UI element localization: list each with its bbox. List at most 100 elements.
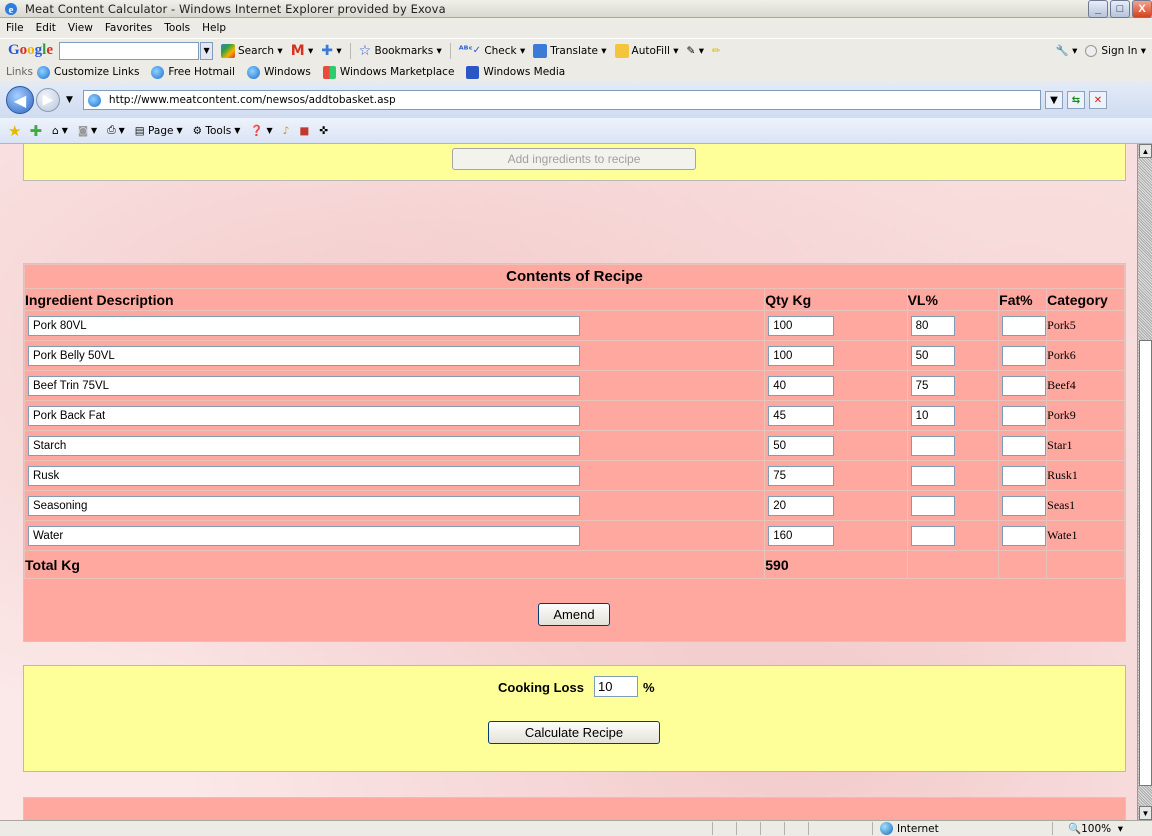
address-field[interactable]: http://www.meatcontent.com/newsos/addtob… [82, 90, 1041, 110]
amend-button[interactable]: Amend [538, 603, 610, 626]
vl-input[interactable]: 50 [910, 345, 955, 366]
qty-input[interactable]: 160 [768, 525, 835, 546]
fat-input[interactable] [1002, 435, 1047, 456]
back-button[interactable]: ◀ [6, 86, 34, 114]
link-free-hotmail[interactable]: Free Hotmail [151, 65, 235, 79]
qty-input[interactable]: 75 [768, 465, 835, 486]
menu-tools[interactable]: Tools [164, 22, 190, 34]
description-input[interactable]: Pork Back Fat [28, 405, 580, 426]
fat-input[interactable] [1002, 495, 1047, 516]
scroll-down-button[interactable]: ▼ [1139, 806, 1152, 820]
settings-button[interactable]: 🔧 ▾ [1055, 44, 1078, 58]
forward-button[interactable]: ▶ [36, 88, 60, 112]
qty-input[interactable]: 100 [768, 315, 835, 336]
refresh-button[interactable]: ⇆ [1066, 91, 1085, 109]
fat-input[interactable] [1002, 465, 1047, 486]
description-input[interactable]: Pork 80VL [28, 315, 580, 336]
description-input[interactable]: Starch [28, 435, 580, 456]
description-input[interactable]: Beef Trin 75VL [28, 375, 580, 396]
home-button[interactable]: ⌂ ▼ [52, 125, 68, 137]
vl-input[interactable] [910, 435, 955, 456]
description-input[interactable]: Water [28, 525, 580, 546]
qty-input[interactable]: 50 [768, 435, 835, 456]
menu-view[interactable]: View [68, 22, 93, 34]
zoom-icon: 🔍 [1068, 823, 1082, 835]
minimize-button[interactable]: _ [1088, 0, 1108, 18]
add-ingredients-button[interactable]: Add ingredients to recipe [452, 148, 696, 170]
stop-button[interactable]: ✕ [1088, 91, 1107, 109]
address-dropdown[interactable]: ▼ [1044, 91, 1063, 109]
description-cell: Water [23, 520, 766, 551]
scroll-up-button[interactable]: ▲ [1139, 144, 1152, 158]
close-button[interactable]: X [1132, 0, 1152, 18]
zoom-control[interactable]: 🔍100% ▾ [1068, 822, 1123, 835]
google-search-input[interactable] [59, 41, 200, 60]
qty-input[interactable]: 20 [768, 495, 835, 516]
print-button[interactable]: ⎙ ▼ [107, 124, 125, 137]
autofill-button[interactable]: AutoFill ▾ [614, 43, 679, 58]
category-cell: Pork5 [1046, 310, 1125, 341]
vertical-scrollbar[interactable]: ▲ ▼ [1137, 144, 1152, 820]
feeds-button[interactable]: ◙ ▼ [78, 125, 97, 137]
category-cell: Pork6 [1046, 340, 1125, 371]
menu-edit[interactable]: Edit [36, 22, 56, 34]
qty-input[interactable]: 100 [768, 345, 835, 366]
highlighter-button[interactable]: ✏ [712, 45, 721, 57]
maximize-button[interactable]: □ [1110, 0, 1130, 18]
messenger-button[interactable]: ■ [299, 125, 309, 137]
toolbar-separator [449, 42, 451, 59]
vl-input[interactable] [910, 525, 955, 546]
add-favorite-icon[interactable]: ✚ [29, 122, 42, 140]
description-input[interactable]: Rusk [28, 465, 580, 486]
calculate-recipe-button[interactable]: Calculate Recipe [488, 721, 660, 744]
menu-help[interactable]: Help [202, 22, 226, 34]
google-search-button[interactable]: Search ▾ [221, 43, 283, 58]
check-button[interactable]: ᴬᴮᶜ✓ Check ▾ [459, 45, 525, 57]
wrench-icon: 🔧 [1055, 45, 1069, 57]
vl-input[interactable] [910, 495, 955, 516]
wand-button[interactable]: ✎ ▾ [687, 45, 704, 57]
description-input[interactable]: Seasoning [28, 495, 580, 516]
cooking-loss-input[interactable]: 10 [594, 676, 638, 697]
qty-input[interactable]: 45 [768, 405, 835, 426]
menu-file[interactable]: File [6, 22, 24, 34]
vl-input[interactable] [910, 465, 955, 486]
description-cell: Pork Back Fat [23, 400, 766, 431]
tools-menu[interactable]: ⚙ Tools ▼ [193, 125, 241, 137]
research-button[interactable]: ♪ [283, 125, 290, 137]
link-windows-media[interactable]: Windows Media [466, 65, 565, 79]
link-windows[interactable]: Windows [246, 65, 311, 79]
recipe-caption: Contents of Recipe [24, 264, 1125, 289]
qty-input[interactable]: 40 [768, 375, 835, 396]
favorites-star-icon[interactable]: ★ [8, 122, 21, 140]
research-icon: ♪ [282, 124, 290, 137]
vl-input[interactable]: 75 [910, 375, 955, 396]
extra-tool-button[interactable]: ✜ [319, 125, 328, 137]
fat-input[interactable] [1002, 315, 1047, 336]
help-menu[interactable]: ❓ ▼ [250, 124, 272, 137]
gmail-button[interactable]: M ▾ [291, 43, 314, 59]
scroll-thumb[interactable] [1139, 340, 1152, 786]
bookmarks-button[interactable]: ☆ Bookmarks ▾ [359, 43, 442, 59]
fat-input[interactable] [1002, 525, 1047, 546]
fat-input[interactable] [1002, 375, 1047, 396]
vl-input[interactable]: 10 [910, 405, 955, 426]
status-divider [808, 822, 809, 835]
qty-cell: 50 [764, 430, 908, 461]
link-windows-marketplace[interactable]: Windows Marketplace [322, 65, 454, 79]
links-bar: Links Customize Links Free Hotmail Windo… [0, 62, 1152, 82]
gear-icon: ⚙ [192, 124, 203, 137]
fat-input[interactable] [1002, 405, 1047, 426]
vl-input[interactable]: 80 [910, 315, 955, 336]
plus-button[interactable]: ✚ ▾ [321, 43, 341, 59]
history-dropdown[interactable]: ▼ [66, 95, 73, 105]
description-input[interactable]: Pork Belly 50VL [28, 345, 580, 366]
google-search-dropdown[interactable]: ▼ [200, 41, 214, 60]
page-menu[interactable]: ▤ Page ▼ [135, 125, 183, 137]
command-bar: ★ ✚ ⌂ ▼ ◙ ▼ ⎙ ▼ ▤ Page ▼ ⚙ Tools ▼ ❓ ▼ ♪ ■ ✜ [0, 118, 1152, 144]
fat-input[interactable] [1002, 345, 1047, 366]
translate-button[interactable]: Translate ▾ [533, 43, 607, 58]
link-customize-links[interactable]: Customize Links [36, 65, 139, 79]
menu-favorites[interactable]: Favorites [105, 22, 152, 34]
sign-in-button[interactable]: Sign In ▾ [1085, 44, 1146, 57]
